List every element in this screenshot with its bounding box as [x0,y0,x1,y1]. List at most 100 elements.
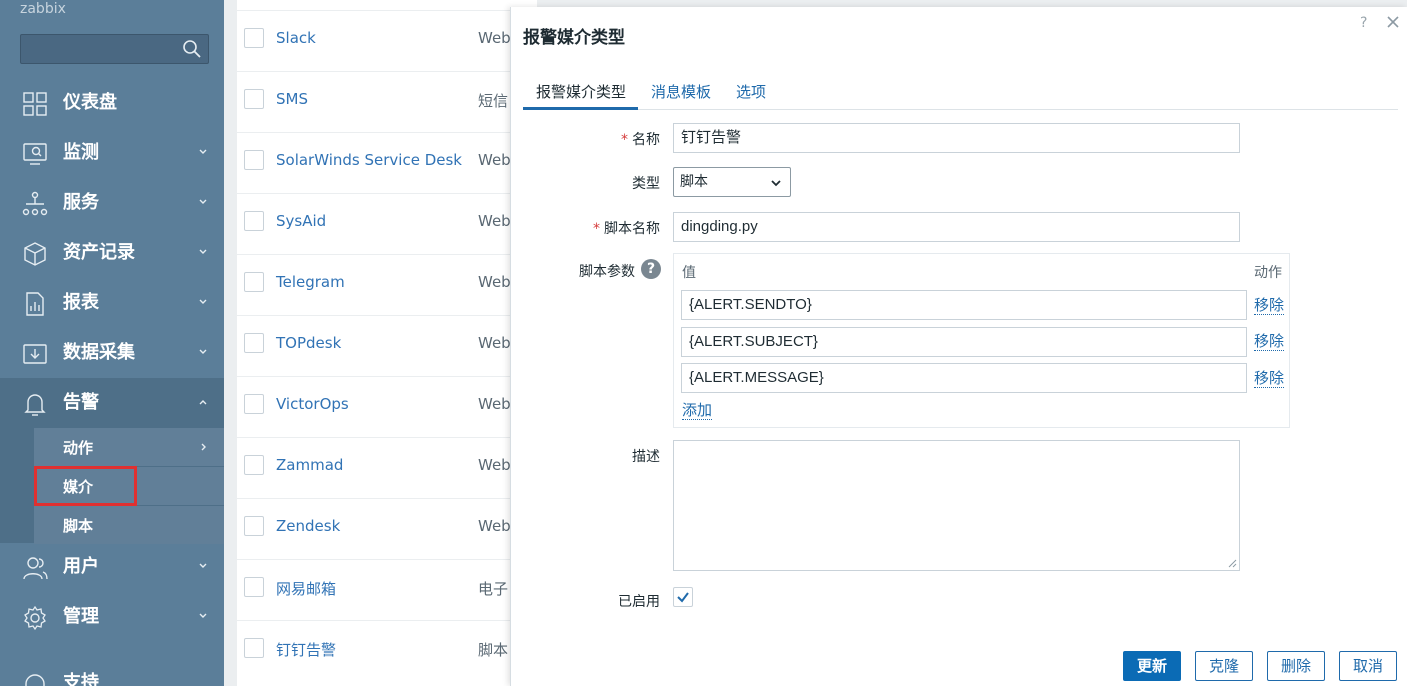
update-button[interactable]: 更新 [1123,651,1181,681]
submenu-bar [0,428,34,543]
chevron-down-icon [199,249,207,254]
tab-options[interactable]: 选项 [736,81,766,102]
dashboard-icon [23,92,47,116]
media-type-type: Web [478,395,511,413]
clone-button[interactable]: 克隆 [1195,651,1253,681]
row-checkbox[interactable] [244,455,264,475]
close-icon[interactable] [1386,15,1400,29]
media-type-type: Web [478,517,511,535]
description-label: 描述 [632,449,660,465]
search-icon[interactable] [182,39,202,59]
headset-icon [25,674,45,686]
nav-support-label: 支持 [63,672,99,686]
nav-support[interactable]: 支持 [0,658,224,686]
media-type-type: Web [478,334,511,352]
chevron-down-icon [199,613,207,618]
sidebar-search-input[interactable] [20,34,209,64]
media-type-type: Web [478,212,511,230]
table-row: Telegram Web [237,254,537,315]
row-checkbox[interactable] [244,638,264,658]
nav-users[interactable]: 用户 [0,542,224,592]
row-checkbox[interactable] [244,333,264,353]
nav-monitoring[interactable]: 监测 [0,128,224,178]
question-icon[interactable]: ? [641,259,661,279]
delete-button[interactable]: 删除 [1267,651,1325,681]
name-label-text: 名称 [632,132,660,148]
name-input[interactable]: 钉钉告警 [673,123,1240,153]
remove-param-link[interactable]: 移除 [1254,332,1285,351]
submenu-item-actions[interactable]: 动作 [34,428,224,466]
media-type-link[interactable]: Telegram [276,273,345,291]
bell-icon [24,394,46,416]
submenu-item-label: 脚本 [63,517,94,535]
params-col-action: 动作 [1254,265,1282,281]
media-type-type: 脚本 [478,641,509,659]
media-type-type: Web [478,29,511,47]
table-row: Slack Web [237,10,537,71]
media-type-link[interactable]: 钉钉告警 [276,639,336,660]
script-name-label: * 脚本名称 [593,221,660,237]
nav-reports[interactable]: 报表 [0,278,224,328]
cancel-button[interactable]: 取消 [1339,651,1397,681]
row-checkbox[interactable] [244,394,264,414]
media-type-link[interactable]: Slack [276,29,316,47]
monitor-icon [23,143,47,165]
media-type-type: 电子 [478,580,509,598]
report-icon [26,292,44,316]
nav-reports-label: 报表 [63,292,99,313]
media-type-link[interactable]: TOPdesk [276,334,341,352]
row-checkbox[interactable] [244,516,264,536]
media-type-type: Web [478,151,511,169]
submenu-item-scripts[interactable]: 脚本 [34,506,224,544]
media-type-link[interactable]: VictorOps [276,395,349,413]
row-checkbox[interactable] [244,28,264,48]
chevron-down-icon [771,180,781,187]
table-row: 钉钉告警 脚本 [237,620,537,681]
type-select-value: 脚本 [680,174,708,190]
media-type-link[interactable]: Zendesk [276,517,340,535]
zabbix-logo[interactable]: zabbix [20,0,66,18]
enabled-checkbox[interactable] [673,587,693,607]
remove-param-link[interactable]: 移除 [1254,369,1285,388]
chevron-down-icon [199,563,207,568]
row-checkbox[interactable] [244,89,264,109]
nav-dashboard[interactable]: 仪表盘 [0,78,224,128]
tab-media-type[interactable]: 报警媒介类型 [536,81,626,102]
nav-data-collection[interactable]: 数据采集 [0,328,224,378]
nav-data-collection-label: 数据采集 [63,342,135,363]
nav-users-label: 用户 [63,556,99,577]
nav-monitoring-label: 监测 [63,142,99,163]
nav-alerts-label: 告警 [63,392,99,413]
script-params-table: 值 动作 {ALERT.SENDTO} 移除 {ALERT.SUBJECT} 移… [673,253,1290,428]
remove-param-link[interactable]: 移除 [1254,296,1285,315]
nav-administration-label: 管理 [63,606,99,627]
script-param-input[interactable]: {ALERT.MESSAGE} [681,363,1247,393]
row-checkbox[interactable] [244,577,264,597]
media-type-link[interactable]: Zammad [276,456,343,474]
add-param-link[interactable]: 添加 [682,401,713,420]
script-name-label-text: 脚本名称 [604,221,660,237]
script-param-input[interactable]: {ALERT.SENDTO} [681,290,1247,320]
script-name-input[interactable]: dingding.py [673,212,1240,242]
table-row: VictorOps Web [237,376,537,437]
type-select[interactable]: 脚本 [673,167,791,197]
tab-message-templates[interactable]: 消息模板 [651,81,711,102]
media-type-link[interactable]: SolarWinds Service Desk [276,151,462,169]
row-checkbox[interactable] [244,272,264,292]
row-checkbox[interactable] [244,150,264,170]
nav-inventory[interactable]: 资产记录 [0,228,224,278]
help-icon[interactable]: ? [1360,15,1367,31]
cube-icon [24,242,46,266]
media-type-link[interactable]: SysAid [276,212,326,230]
nav-administration[interactable]: 管理 [0,592,224,642]
resize-handle-icon[interactable] [1227,558,1237,568]
script-param-input[interactable]: {ALERT.SUBJECT} [681,327,1247,357]
active-tab-indicator [523,107,638,110]
media-type-link[interactable]: 网易邮箱 [276,578,336,599]
description-textarea[interactable] [673,440,1240,571]
nav-services[interactable]: 服务 [0,178,224,228]
media-type-link[interactable]: SMS [276,90,308,108]
chevron-right-icon [201,443,206,451]
row-checkbox[interactable] [244,211,264,231]
nav-alerts[interactable]: 告警 [0,378,224,428]
